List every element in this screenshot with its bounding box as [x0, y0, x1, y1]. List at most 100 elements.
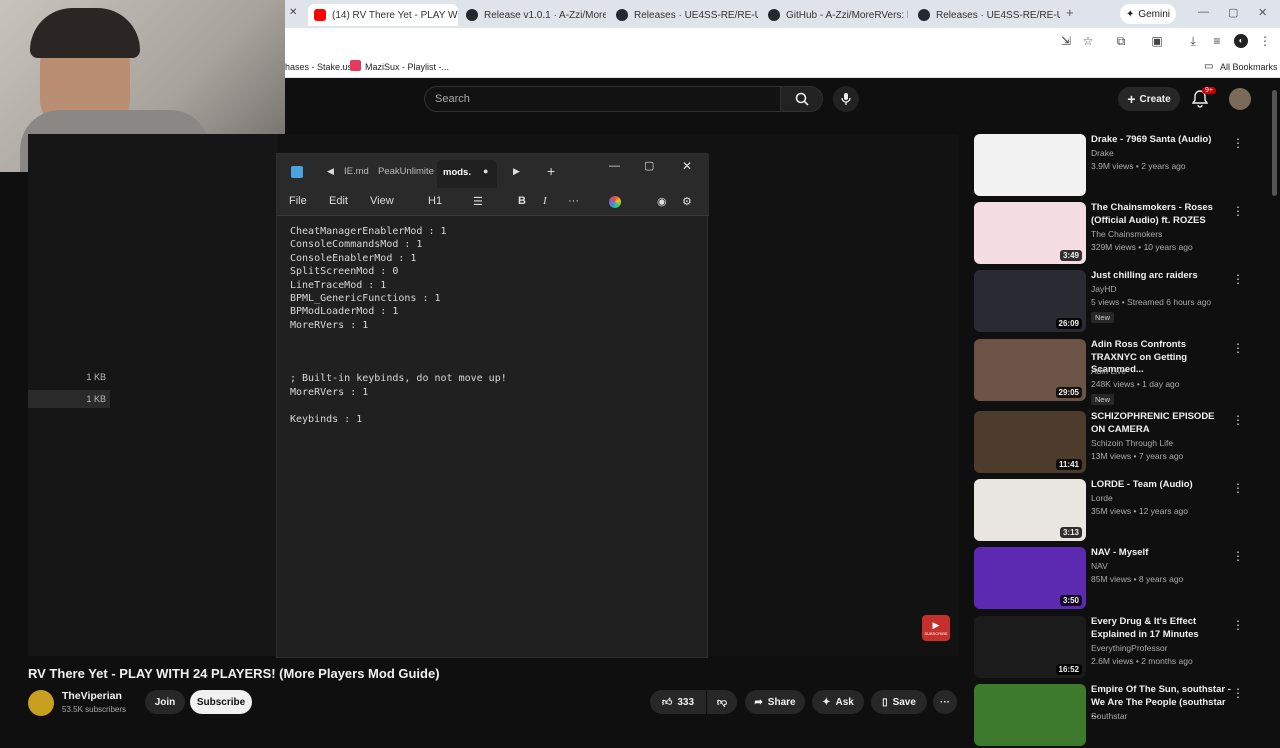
video-thumbnail[interactable]: 29:05: [974, 339, 1086, 401]
share-button[interactable]: ➦ Share: [745, 690, 805, 714]
recommendation-channel[interactable]: JayHD: [1091, 284, 1117, 294]
recommendation-channel[interactable]: Lorde: [1091, 493, 1113, 503]
like-button[interactable]: 👍︎ 333: [650, 690, 706, 714]
recommendation-channel[interactable]: Schizoin Through Life: [1091, 438, 1173, 448]
browser-tab[interactable]: Release v1.0.1 · A-Zzi/MoreR ✕: [460, 4, 606, 26]
more-options-icon[interactable]: ⋮: [1232, 136, 1244, 150]
recommendation-item[interactable]: 16:52 Every Drug & It's Effect Explained …: [974, 616, 1264, 680]
channel-name[interactable]: TheViperian: [62, 690, 122, 702]
copilot-icon[interactable]: [609, 196, 621, 208]
notifications-button[interactable]: 9+: [1191, 87, 1216, 113]
more-options-icon[interactable]: ⋮: [1232, 686, 1244, 700]
recommendation-item[interactable]: 3:50 NAV - Myself NAV 85M views • 8 years a…: [974, 547, 1264, 611]
search-input[interactable]: Search: [424, 86, 781, 112]
more-options-icon[interactable]: ⋮: [1232, 204, 1244, 218]
recommendation-item[interactable]: 29:05 Adin Ross Confronts TRAXNYC on Gett…: [974, 339, 1264, 405]
more-options-icon[interactable]: ⋮: [1232, 413, 1244, 427]
media-icon[interactable]: ≡: [1210, 34, 1224, 48]
recommendation-channel[interactable]: EverythingProfessor: [1091, 643, 1168, 653]
new-tab-icon[interactable]: +: [547, 163, 555, 179]
more-options-icon[interactable]: ⋮: [1232, 549, 1244, 563]
recommendation-title[interactable]: The Chainsmokers - Roses (Official Audio…: [1091, 202, 1231, 227]
recommendation-title[interactable]: NAV - Myself: [1091, 547, 1231, 560]
notepad-tab[interactable]: IE.md: [344, 166, 369, 177]
notepad-tab-active[interactable]: mods. ●: [437, 160, 497, 188]
recommendation-channel[interactable]: The Chainsmokers: [1091, 229, 1162, 239]
install-app-icon[interactable]: ⇲: [1059, 34, 1073, 48]
video-thumbnail[interactable]: 3:13: [974, 479, 1086, 541]
video-thumbnail[interactable]: 26:09: [974, 270, 1086, 332]
recommendation-item[interactable]: Drake - 7969 Santa (Audio) Drake 3.9M view…: [974, 134, 1264, 198]
video-thumbnail[interactable]: [974, 684, 1086, 746]
channel-avatar[interactable]: [28, 690, 54, 716]
subscribe-button[interactable]: Subscribe: [190, 690, 252, 714]
list-icon[interactable]: ☰: [473, 195, 483, 208]
recommendation-item[interactable]: Empire Of The Sun, southstar - We Are Th…: [974, 684, 1264, 748]
all-bookmarks[interactable]: All Bookmarks: [1220, 62, 1278, 72]
dislike-button[interactable]: 👎︎: [707, 690, 737, 714]
new-tab-icon[interactable]: +: [1066, 5, 1074, 20]
tab-scroll-left-icon[interactable]: ◀: [327, 166, 334, 177]
more-actions-button[interactable]: ···: [933, 690, 957, 714]
more-options-icon[interactable]: ···: [568, 195, 579, 207]
more-options-icon[interactable]: ⋮: [1232, 341, 1244, 355]
recommendation-channel[interactable]: Drake: [1091, 148, 1114, 158]
save-button[interactable]: ▯ Save: [871, 690, 927, 714]
settings-gear-icon[interactable]: ⚙: [682, 195, 692, 208]
download-icon[interactable]: ⤓: [1186, 34, 1200, 48]
video-thumbnail[interactable]: 3:49: [974, 202, 1086, 264]
menu-edit[interactable]: Edit: [329, 195, 348, 207]
bold-icon[interactable]: B: [518, 195, 526, 207]
video-thumbnail[interactable]: 16:52: [974, 616, 1086, 678]
browser-tab[interactable]: GitHub - A-Zzi/MoreRVers: h ✕: [762, 4, 908, 26]
more-options-icon[interactable]: ⋮: [1232, 618, 1244, 632]
recommendation-title[interactable]: Every Drug & It's Effect Explained in 17…: [1091, 616, 1231, 641]
page-scrollbar[interactable]: [1272, 90, 1277, 196]
menu-view[interactable]: View: [370, 195, 394, 207]
close-window-icon[interactable]: ✕: [1258, 6, 1267, 19]
maximize-icon[interactable]: ▢: [1228, 6, 1238, 19]
close-tab-icon[interactable]: ✕: [289, 7, 297, 18]
sidepanel-icon[interactable]: ▣: [1150, 34, 1164, 48]
italic-icon[interactable]: I: [543, 195, 547, 207]
notepad-tab[interactable]: PeakUnlimite: [378, 166, 436, 177]
more-options-icon[interactable]: ⋮: [1232, 481, 1244, 495]
recommendation-channel[interactable]: NAV: [1091, 561, 1108, 571]
subscribe-watermark[interactable]: ▶ SUBSCRIBE: [922, 615, 950, 641]
recommendation-title[interactable]: Drake - 7969 Santa (Audio): [1091, 134, 1231, 147]
bookmark-playlist[interactable]: MaziSux - Playlist -...: [365, 62, 449, 72]
chrome-menu-icon[interactable]: ⋮: [1258, 34, 1272, 48]
heading-dropdown[interactable]: H1: [428, 195, 442, 207]
recommendation-item[interactable]: 3:49 The Chainsmokers - Roses (Official A…: [974, 202, 1264, 266]
menu-file[interactable]: File: [289, 195, 307, 207]
recommendation-item[interactable]: 11:41 SCHIZOPHRENIC EPISODE ON CAMERA Schi…: [974, 411, 1264, 475]
recommendation-title[interactable]: Just chilling arc raiders: [1091, 270, 1231, 283]
browser-tab-active[interactable]: (14) RV There Yet - PLAY WITH ✕: [308, 4, 458, 26]
recommendation-title[interactable]: LORDE - Team (Audio): [1091, 479, 1231, 492]
voice-search-button[interactable]: [833, 86, 859, 112]
gemini-button[interactable]: ✦ Gemini: [1120, 4, 1176, 24]
account-icon[interactable]: ◉: [657, 195, 667, 208]
recommendation-channel[interactable]: Adin Live: [1091, 366, 1126, 376]
browser-tab[interactable]: Releases · UE4SS-RE/RE-UE4S ✕: [912, 4, 1060, 26]
bookmark-star-icon[interactable]: ☆: [1081, 34, 1095, 48]
video-thumbnail[interactable]: [974, 134, 1086, 196]
minimize-icon[interactable]: —: [609, 160, 620, 172]
recommendation-item[interactable]: 26:09 Just chilling arc raiders JayHD 5 vie…: [974, 270, 1264, 334]
tab-scroll-right-icon[interactable]: ▶: [513, 166, 520, 177]
video-thumbnail[interactable]: 3:50: [974, 547, 1086, 609]
search-button[interactable]: [781, 86, 823, 112]
profile-avatar-icon[interactable]: ◐: [1234, 34, 1248, 48]
account-avatar[interactable]: [1229, 88, 1251, 110]
close-window-icon[interactable]: ✕: [682, 159, 692, 173]
browser-tab[interactable]: Releases · UE4SS-RE/RE-UE4S ✕: [610, 4, 758, 26]
video-thumbnail[interactable]: 11:41: [974, 411, 1086, 473]
extensions-icon[interactable]: ⧉: [1114, 34, 1128, 48]
join-button[interactable]: Join: [145, 690, 185, 714]
notepad-text-area[interactable]: CheatManagerEnablerMod : 1 ConsoleComman…: [277, 216, 709, 659]
recommendation-title[interactable]: SCHIZOPHRENIC EPISODE ON CAMERA: [1091, 411, 1231, 436]
maximize-icon[interactable]: ▢: [644, 159, 654, 172]
recommendation-item[interactable]: 3:13 LORDE - Team (Audio) Lorde 35M views •…: [974, 479, 1264, 543]
more-options-icon[interactable]: ⋮: [1232, 272, 1244, 286]
ask-button[interactable]: ✦ Ask: [812, 690, 864, 714]
